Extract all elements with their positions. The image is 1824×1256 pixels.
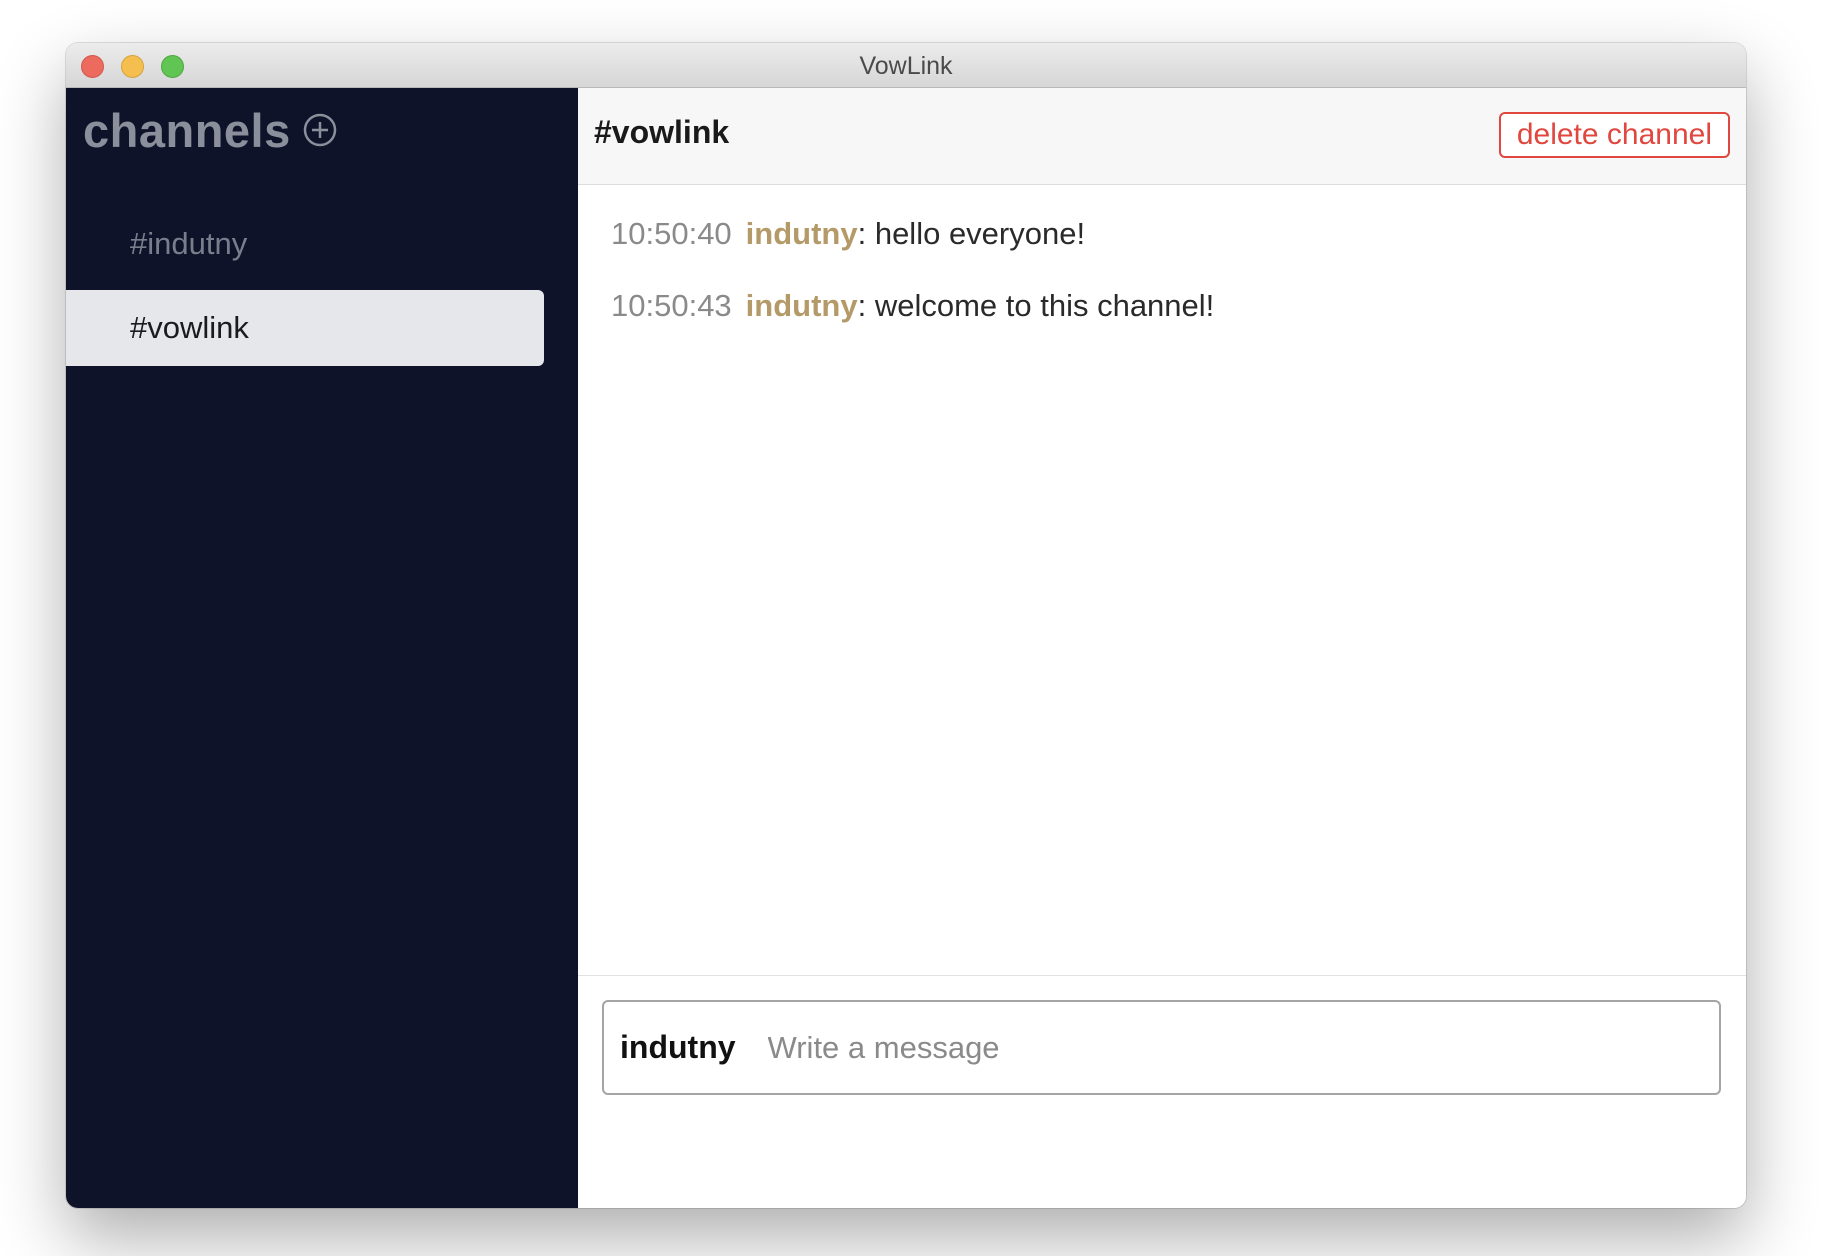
channel-title: #vowlink	[594, 114, 730, 150]
app-window: VowLink channels #indutny #vowlink #vowl…	[66, 43, 1746, 1208]
message-item: 10:50:40 indutny: hello everyone!	[611, 216, 1085, 252]
message-text: welcome to this channel!	[874, 288, 1215, 323]
message-timestamp: 10:50:43	[611, 288, 732, 323]
message-composer[interactable]: indutny	[602, 1000, 1721, 1095]
channel-list: #indutny #vowlink	[66, 206, 544, 374]
sidebar-item-indutny[interactable]: #indutny	[66, 206, 544, 282]
message-separator: :	[857, 216, 875, 251]
message-text: hello everyone!	[874, 216, 1086, 251]
sidebar-header: channels	[83, 100, 337, 160]
message-author[interactable]: indutny	[746, 288, 858, 323]
message-input[interactable]	[765, 1028, 1703, 1067]
composer-area: indutny	[578, 975, 1746, 1208]
chat-panel: #vowlink delete channel 10:50:40 indutny:…	[578, 88, 1746, 1208]
message-item: 10:50:43 indutny: welcome to this channel…	[611, 288, 1214, 324]
window-title: VowLink	[859, 52, 953, 80]
delete-channel-button[interactable]: delete channel	[1498, 112, 1730, 158]
sidebar-item-vowlink[interactable]: #vowlink	[66, 290, 544, 366]
sidebar: channels #indutny #vowlink	[66, 88, 578, 1208]
sidebar-title: channels	[83, 103, 291, 157]
message-separator: :	[857, 288, 875, 323]
message-list: 10:50:40 indutny: hello everyone! 10:50:4…	[578, 185, 1746, 975]
channel-header: #vowlink delete channel	[578, 88, 1746, 185]
message-author[interactable]: indutny	[746, 216, 858, 251]
add-channel-icon[interactable]	[303, 113, 337, 147]
title-bar[interactable]: VowLink	[66, 43, 1746, 88]
message-timestamp: 10:50:40	[611, 216, 732, 251]
composer-username: indutny	[620, 1029, 736, 1065]
